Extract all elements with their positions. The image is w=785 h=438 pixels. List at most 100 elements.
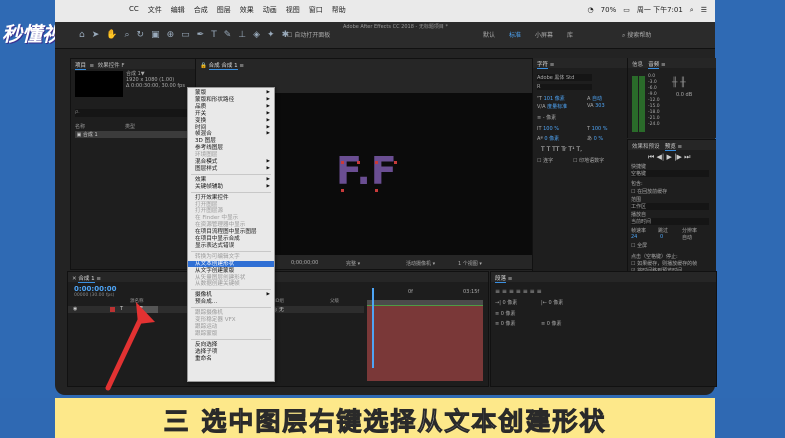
current-time-indicator[interactable] [372, 288, 374, 368]
mac-menu-item[interactable]: 窗口 [309, 5, 323, 15]
mac-menu-item[interactable]: 文件 [148, 5, 162, 15]
workspace-tab[interactable]: 默认 [483, 30, 495, 39]
context-menu-item[interactable]: 帧混合 ▶ [188, 131, 274, 137]
zoom-tool-icon[interactable]: ⌕ [124, 30, 129, 40]
indent-right[interactable]: |← 0 像素 [541, 299, 563, 306]
rotate-tool-icon[interactable]: ↻ [137, 30, 145, 40]
tab-paragraph[interactable]: 段落 [495, 276, 507, 283]
visibility-icon[interactable]: ◉ [73, 306, 77, 312]
roto-tool-icon[interactable]: ✦ [267, 30, 275, 40]
context-menu-item[interactable]: 从文字创建蒙版 [188, 268, 274, 274]
indent-first[interactable]: ≡ 0 像素 [495, 310, 516, 317]
mac-menu-item[interactable]: 图层 [217, 5, 231, 15]
tab-composition[interactable]: 合成 合成 1 [208, 63, 238, 70]
context-menu-item[interactable]: 显示表达式错误 [188, 243, 274, 249]
col-type[interactable]: 类型 [125, 123, 135, 130]
hand-tool-icon[interactable]: ✋ [106, 30, 117, 40]
layer-duration-bar[interactable] [367, 306, 483, 381]
context-menu-item[interactable]: 选择子项 [188, 349, 274, 355]
selection-tool-icon[interactable]: ➤ [92, 30, 100, 40]
pan-tool-icon[interactable]: ⊕ [167, 30, 175, 40]
tab-project[interactable]: 项目 [75, 63, 87, 70]
context-menu-item[interactable]: 混合模式 ▶ [188, 159, 274, 165]
col-name[interactable]: 名称 [75, 123, 85, 130]
timeline-timecode[interactable]: 0:00:00:00 [74, 285, 117, 293]
tab-character[interactable]: 字符 [537, 62, 549, 69]
space-after[interactable]: ≡ 0 像素 [541, 320, 562, 327]
context-menu-item[interactable]: 蒙版和形状路径 ▶ [188, 97, 274, 103]
context-menu-item[interactable]: 蒙版 ▶ [188, 90, 274, 96]
space-before[interactable]: ≡ 0 像素 [495, 320, 516, 327]
hscale-field[interactable]: T 100 % [587, 126, 608, 132]
workspace-tab[interactable]: 标准 [509, 30, 521, 39]
mac-menu-item[interactable]: 合成 [194, 5, 208, 15]
cache-checkbox[interactable]: ☐ 在回放前缓存 [631, 188, 667, 195]
tab-audio[interactable]: 音频 [648, 62, 660, 69]
wifi-icon[interactable]: ◔ [588, 6, 594, 14]
project-search-input[interactable]: ρ. [75, 109, 195, 117]
workspace-tab[interactable]: 小屏幕 [535, 30, 553, 39]
context-menu-item[interactable]: 反向选择 [188, 342, 274, 348]
tsume-field[interactable]: あ 0 % [587, 135, 603, 142]
ligatures-checkbox[interactable]: ☐ 连字 [537, 157, 553, 164]
tab-info[interactable]: 信息 [632, 62, 643, 68]
home-icon[interactable]: ⌂ [79, 30, 85, 40]
mac-menu-item[interactable]: 视图 [286, 5, 300, 15]
col-parent[interactable]: 父级 [330, 298, 339, 304]
eraser-tool-icon[interactable]: ◈ [253, 30, 260, 40]
baseline-field[interactable]: Aª 0 像素 [537, 135, 559, 142]
viewer-canvas[interactable]: F.F [244, 93, 532, 255]
context-menu-item[interactable]: 时间 ▶ [188, 125, 274, 131]
stroke-width-field[interactable]: ≡ - 像素 [537, 114, 556, 121]
project-item-row[interactable]: ▣ 合成 1 [75, 131, 203, 138]
tab-effect-controls[interactable]: 效果控件 F [98, 63, 125, 69]
frame-rate-value[interactable]: 24 [631, 234, 637, 240]
range-select[interactable]: 工作区 [631, 203, 709, 210]
auto-open-checkbox[interactable]: ☐ 自动打开面板 [287, 30, 330, 39]
playback-controls[interactable]: ⏮ ◀| ▶ |▶ ⏭ [648, 153, 690, 162]
tab-effects-presets[interactable]: 效果和预设 [632, 144, 660, 150]
resolution-select[interactable]: 自动 [682, 234, 692, 241]
menu-list-icon[interactable]: ☰ [701, 6, 707, 14]
align-buttons[interactable]: ≡ ≡ ≡ ≡ ≡ ≡ ≡ [495, 288, 542, 295]
mac-menu-item[interactable]: 效果 [240, 5, 254, 15]
font-style-select[interactable]: R [537, 84, 592, 90]
clock[interactable]: 周一 下午7:01 [637, 5, 683, 15]
shortcut-select[interactable]: 空格键 [631, 170, 709, 177]
vscale-field[interactable]: IT 100 % [537, 126, 559, 132]
skip-value[interactable]: 0 [660, 234, 663, 240]
mac-menu-item[interactable]: 编辑 [171, 5, 185, 15]
context-menu-item[interactable]: 打开效果控件 [188, 195, 274, 201]
rect-tool-icon[interactable]: ▭ [181, 30, 190, 40]
context-menu-item[interactable]: 在项目流程图中显示图层 [188, 229, 274, 235]
stamp-tool-icon[interactable]: ⊥ [238, 30, 246, 40]
context-menu-item[interactable]: 开关 ▶ [188, 111, 274, 117]
fullscreen-checkbox[interactable]: ☐ 全屏 [631, 242, 647, 249]
viewer-timecode[interactable]: 0;00;00;00 [291, 260, 318, 266]
hindi-digits-checkbox[interactable]: ☐ 印地语数字 [573, 157, 604, 164]
tracking-field[interactable]: VA 303 [587, 103, 605, 109]
search-icon[interactable]: ⌕ [690, 6, 694, 15]
type-tool-icon[interactable]: T [211, 30, 217, 40]
help-search[interactable]: ⌕ 搜索帮助 [622, 30, 651, 40]
text-style-buttons[interactable]: T T TT Tr T¹ T, [541, 146, 582, 153]
camera-tool-icon[interactable]: ▣ [151, 30, 160, 40]
tab-preview[interactable]: 预览 [664, 144, 676, 151]
mac-menu-item[interactable]: 帮助 [332, 5, 346, 15]
context-menu-item[interactable]: 关键帧辅助 ▶ [188, 184, 274, 190]
indent-left[interactable]: →| 0 像素 [495, 299, 517, 306]
font-size-field[interactable]: ᵀT 101 像素 [537, 95, 565, 102]
kerning-field[interactable]: V/A 度量标准 [537, 103, 567, 110]
context-menu-item[interactable]: 效果 ▶ [188, 177, 274, 183]
mac-menu-item[interactable]: 动画 [263, 5, 277, 15]
pen-tool-icon[interactable]: ✒ [197, 30, 205, 40]
tab-timeline-comp[interactable]: 合成 1 [78, 276, 95, 283]
context-menu-item[interactable]: 重命名 [188, 356, 274, 362]
font-family-select[interactable]: Adobe 黑体 Std [537, 74, 592, 81]
context-menu-item[interactable]: 3D 图层 [188, 138, 274, 144]
leading-field[interactable]: A 自动 [587, 95, 602, 102]
play-from-select[interactable]: 当前时间 [631, 218, 709, 225]
zoom-select[interactable]: 完整 ▾ [346, 260, 360, 267]
context-menu-item[interactable]: 品质 ▶ [188, 104, 274, 110]
context-menu-item[interactable]: 从文本创建形状 [188, 260, 274, 267]
